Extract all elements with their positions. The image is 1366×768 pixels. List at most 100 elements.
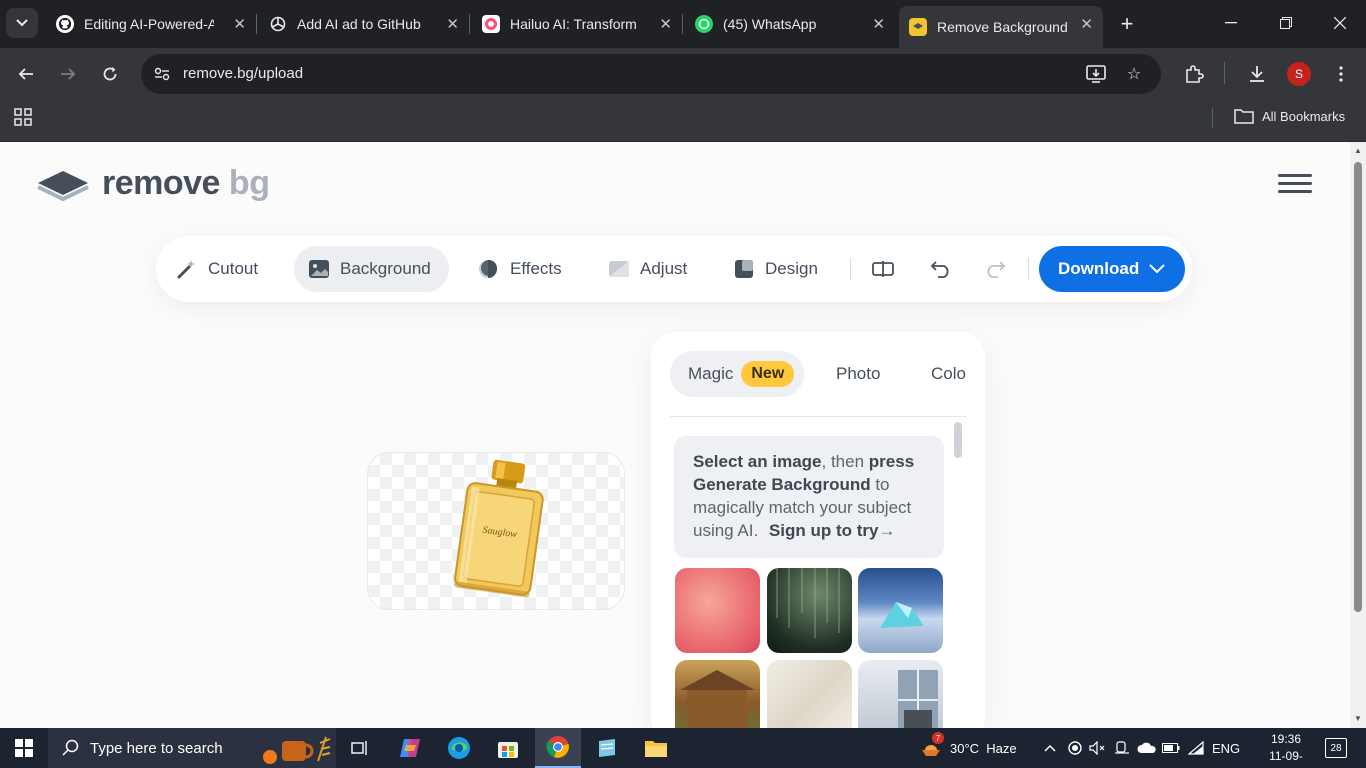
kebab-menu-icon[interactable]	[1327, 60, 1355, 88]
notification-center-button[interactable]: 28	[1325, 738, 1347, 758]
restore-button[interactable]	[1263, 8, 1309, 38]
start-button[interactable]	[0, 728, 48, 768]
task-view-button[interactable]	[338, 728, 382, 768]
image-icon	[308, 258, 330, 280]
meet-now-icon[interactable]	[1112, 728, 1132, 768]
whatsapp-icon	[695, 15, 713, 33]
tab-chatgpt[interactable]: Add AI ad to GitHub ✕	[259, 6, 469, 42]
signup-link[interactable]: Sign up to try	[769, 521, 879, 540]
tab-color[interactable]: Colo	[913, 351, 984, 397]
thumbnail-blue-iceberg[interactable]	[858, 568, 943, 653]
notification-count: 28	[1330, 742, 1342, 754]
back-button[interactable]	[12, 60, 40, 88]
scroll-down-icon[interactable]: ▼	[1353, 714, 1363, 724]
profile-avatar[interactable]: S	[1287, 62, 1311, 86]
plus-icon: +	[1120, 11, 1134, 36]
tab-whatsapp[interactable]: (45) WhatsApp ✕	[685, 6, 895, 42]
thumbnail-office-window[interactable]	[858, 660, 943, 728]
tool-cutout[interactable]: Cutout	[162, 246, 276, 292]
tool-background[interactable]: Background	[294, 246, 449, 292]
tab-divider	[670, 416, 967, 417]
volume-muted-icon[interactable]	[1088, 728, 1106, 768]
taskbar-search[interactable]: Type here to search	[48, 728, 336, 768]
language-indicator[interactable]: ENG	[1212, 728, 1240, 768]
store-button[interactable]	[486, 728, 530, 768]
chrome-icon	[546, 736, 569, 758]
close-icon[interactable]: ✕	[233, 15, 246, 33]
extensions-icon[interactable]	[1180, 60, 1208, 88]
site-settings-icon[interactable]	[151, 63, 173, 85]
tool-adjust[interactable]: Adjust	[594, 246, 705, 292]
tab-title: Hailuo AI: Transform	[510, 16, 637, 32]
redo-icon	[987, 261, 1006, 278]
arrow-right-icon: →	[878, 521, 896, 540]
show-hidden-icons-button[interactable]	[1042, 728, 1058, 768]
tab-github[interactable]: Editing AI-Powered-A ✕	[46, 6, 256, 42]
arrow-right-icon	[61, 68, 76, 80]
record-icon[interactable]	[1066, 728, 1084, 768]
battery-icon[interactable]	[1160, 728, 1182, 768]
hamburger-menu-button[interactable]	[1278, 174, 1312, 194]
compare-icon	[872, 261, 894, 277]
tab-strip: Editing AI-Powered-A ✕ Add AI ad to GitH…	[0, 0, 1366, 48]
thumbnail-pink-clouds[interactable]	[675, 568, 760, 653]
new-tab-button[interactable]: +	[1113, 10, 1141, 38]
store-icon	[498, 742, 518, 758]
magic-info-card: Select an image, then press Generate Bac…	[674, 436, 944, 558]
reload-button[interactable]	[96, 60, 124, 88]
thumbnail-wooden-cabin[interactable]	[675, 660, 760, 728]
tab-search-button[interactable]	[6, 8, 38, 38]
toolbar-separator	[1224, 62, 1225, 84]
forward-button[interactable]	[54, 60, 82, 88]
tool-effects[interactable]: Effects	[464, 246, 580, 292]
compare-button[interactable]	[870, 256, 896, 282]
folder-icon	[1234, 109, 1254, 124]
toolbar-divider	[850, 258, 851, 280]
taskbar-clock[interactable]: 19:36 11-09-2025	[1256, 731, 1316, 768]
tab-separator	[469, 14, 470, 34]
edge-icon	[448, 737, 470, 759]
tab-magic[interactable]: Magic New	[670, 351, 805, 397]
close-window-button[interactable]	[1317, 8, 1363, 38]
image-preview[interactable]: Sauglow	[367, 452, 625, 610]
url-text[interactable]: remove.bg/upload	[183, 65, 303, 82]
thumbnail-white-silk[interactable]	[767, 660, 852, 728]
star-icon[interactable]: ☆	[1122, 62, 1146, 86]
wifi-icon[interactable]	[1186, 728, 1206, 768]
weather-icon: 7	[920, 732, 944, 758]
copilot-button[interactable]	[388, 728, 432, 768]
tab-hailuo[interactable]: Hailuo AI: Transform ✕	[472, 6, 682, 42]
close-icon[interactable]: ✕	[872, 15, 885, 33]
removebg-logo[interactable]: remove bg	[36, 164, 270, 203]
tool-design[interactable]: Design	[719, 246, 836, 292]
redo-button[interactable]	[982, 256, 1008, 282]
apps-grid-icon[interactable]	[14, 108, 34, 128]
minimize-icon	[1225, 22, 1237, 24]
minimize-button[interactable]	[1208, 8, 1254, 38]
thumbnail-dark-greenery-rain[interactable]	[767, 568, 852, 653]
tab-photo[interactable]: Photo	[818, 351, 898, 397]
weather-widget[interactable]: 7 30°C Haze	[920, 728, 1017, 768]
close-icon[interactable]: ✕	[659, 15, 672, 33]
adjust-icon	[608, 258, 630, 280]
file-explorer-button[interactable]	[634, 728, 678, 768]
info-select: Select an image	[693, 452, 822, 471]
address-bar[interactable]: remove.bg/upload ☆	[141, 54, 1161, 94]
logo-wordmark: remove bg	[102, 164, 270, 202]
close-icon[interactable]: ✕	[1080, 15, 1093, 33]
undo-button[interactable]	[928, 256, 954, 282]
install-app-icon[interactable]	[1084, 62, 1108, 86]
all-bookmarks-button[interactable]: All Bookmarks	[1234, 108, 1345, 124]
downloads-icon[interactable]	[1243, 60, 1271, 88]
panel-scrollbar[interactable]	[954, 422, 962, 458]
onedrive-icon[interactable]	[1136, 728, 1158, 768]
tab-removebg[interactable]: Remove Background ✕	[899, 6, 1103, 48]
close-icon[interactable]: ✕	[446, 15, 459, 33]
scroll-up-icon[interactable]: ▲	[1353, 146, 1363, 156]
edge-button[interactable]	[437, 728, 481, 768]
scrollbar-thumb[interactable]	[1354, 162, 1362, 612]
download-button[interactable]: Download	[1039, 246, 1185, 292]
chrome-button[interactable]	[535, 728, 581, 768]
page-scrollbar[interactable]: ▲ ▼	[1350, 142, 1366, 728]
notepad-button[interactable]	[585, 728, 629, 768]
